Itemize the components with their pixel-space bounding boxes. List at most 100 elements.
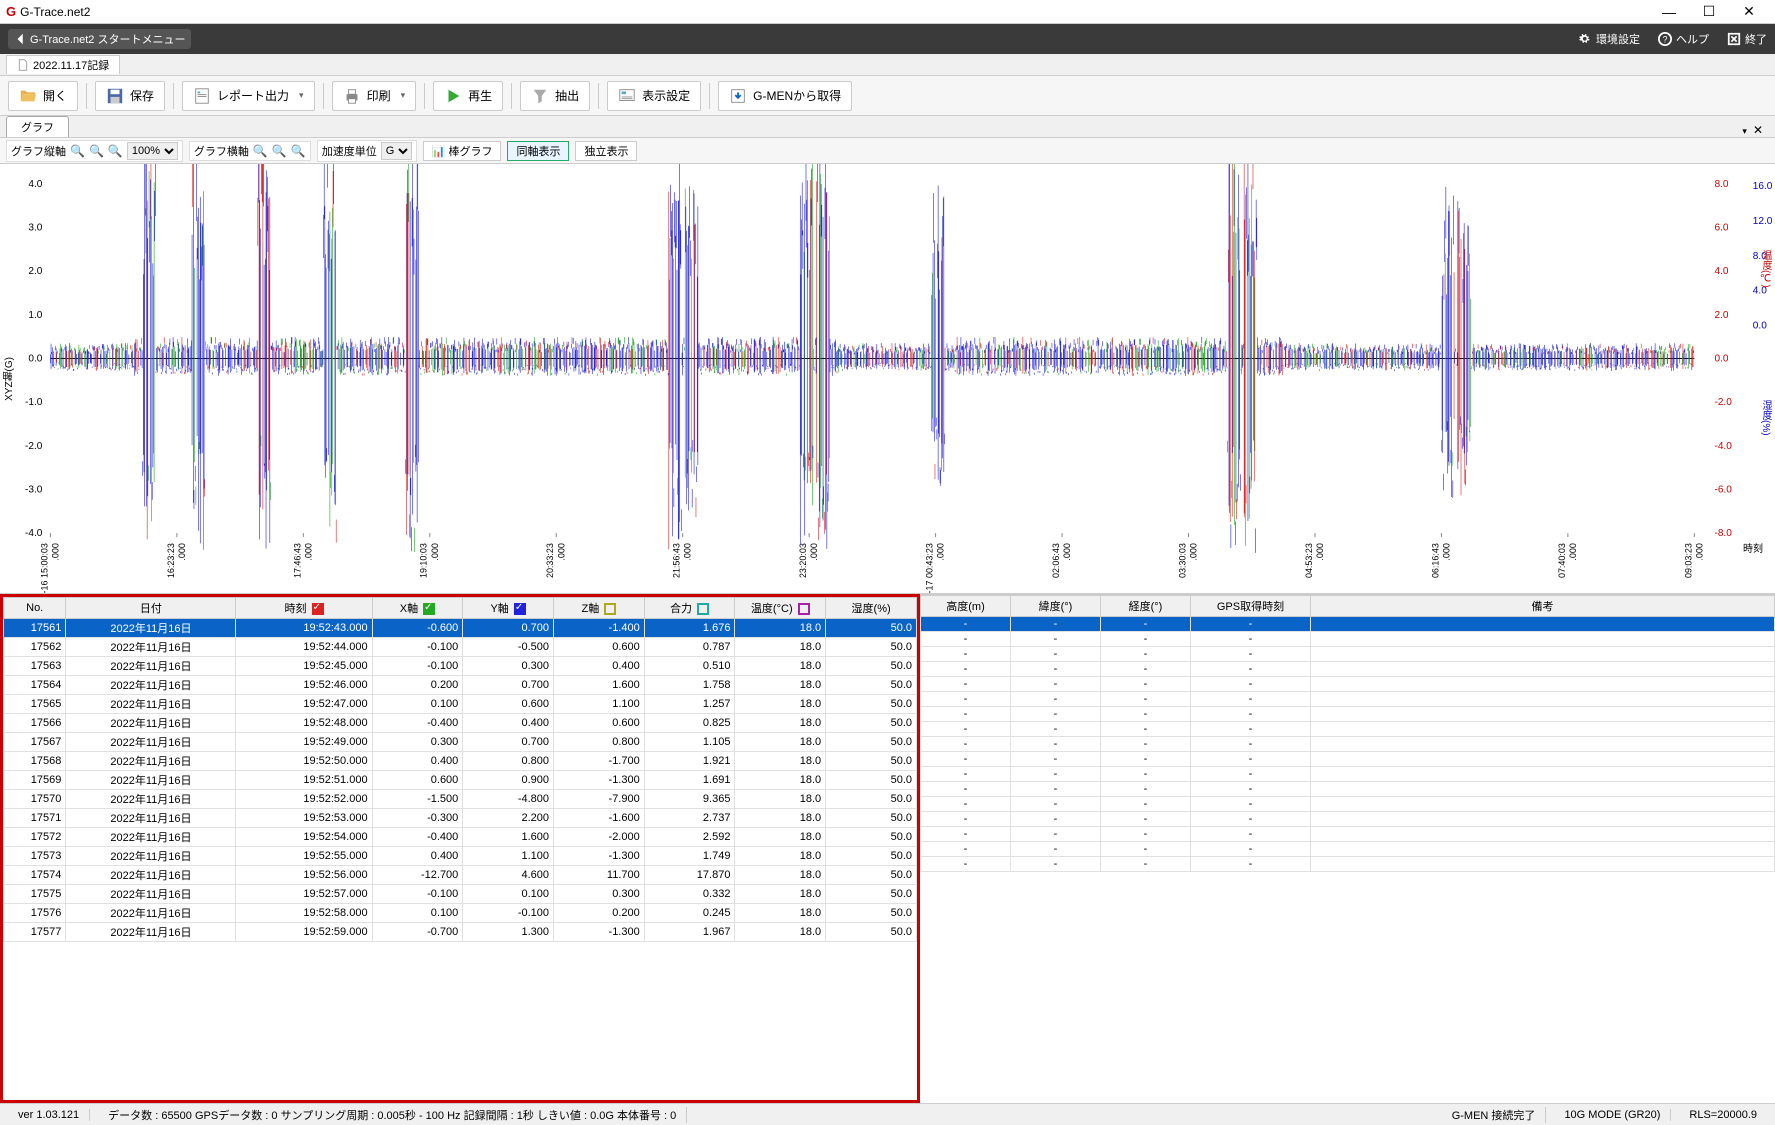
same-axis-button[interactable]: 同軸表示 [507, 141, 569, 161]
table-row[interactable]: 175642022年11月16日19:52:46.0000.2000.7001.… [4, 676, 917, 695]
table-row[interactable]: 175772022年11月16日19:52:59.000-0.7001.300-… [4, 923, 917, 942]
table-row[interactable]: 175742022年11月16日19:52:56.000-12.7004.600… [4, 866, 917, 885]
svg-text:.000: .000 [1568, 543, 1578, 560]
play-button[interactable]: 再生 [433, 81, 503, 111]
col-time[interactable]: 時刻 [236, 598, 372, 619]
col-humid[interactable]: 湿度(%) [826, 598, 917, 619]
display-settings-button[interactable]: 表示設定 [607, 81, 701, 111]
table-row[interactable]: ---- [921, 737, 1775, 752]
z-checkbox[interactable] [514, 603, 526, 615]
col-lat[interactable]: 緯度(°) [1011, 596, 1101, 617]
svg-text:-2.0: -2.0 [25, 441, 43, 452]
data-table-left[interactable]: No. 日付 時刻 X軸 Y軸 Z軸 合力 温度(°C) 湿度(%) 17561… [0, 594, 920, 1103]
svg-text:?: ? [1663, 35, 1668, 45]
svg-text:.000: .000 [1062, 543, 1072, 560]
print-button[interactable]: 印刷▾ [332, 81, 417, 111]
table-row[interactable]: ---- [921, 662, 1775, 677]
main-toolbar: 開く 保存 レポート出力▾ 印刷▾ 再生 抽出 表示設定 G-MENから取得 [0, 76, 1775, 116]
table-row[interactable]: 175752022年11月16日19:52:57.000-0.1000.1000… [4, 885, 917, 904]
title-bar: G G-Trace.net2 — ☐ ✕ [0, 0, 1775, 24]
back-to-start-button[interactable]: G-Trace.net2 スタートメニュー [8, 29, 191, 49]
maximize-button[interactable]: ☐ [1689, 3, 1729, 20]
zoom-in-v-icon[interactable]: 🔍 [70, 144, 85, 158]
table-row[interactable]: 175622022年11月16日19:52:44.000-0.100-0.500… [4, 638, 917, 657]
zoom-reset-h-icon[interactable]: 🔍 [291, 144, 306, 158]
table-row[interactable]: 175682022年11月16日19:52:50.0000.4000.800-1… [4, 752, 917, 771]
gmen-import-button[interactable]: G-MENから取得 [718, 81, 852, 111]
save-button[interactable]: 保存 [95, 81, 165, 111]
table-row[interactable]: ---- [921, 857, 1775, 872]
table-row[interactable]: 175722022年11月16日19:52:54.000-0.4001.600-… [4, 828, 917, 847]
table-row[interactable]: ---- [921, 632, 1775, 647]
table-row[interactable]: 175632022年11月16日19:52:45.000-0.1000.3000… [4, 657, 917, 676]
settings-menu[interactable]: 環境設定 [1578, 31, 1640, 47]
report-button[interactable]: レポート出力▾ [182, 81, 315, 111]
table-row[interactable]: ---- [921, 677, 1775, 692]
svg-text:17:46:43: 17:46:43 [292, 543, 302, 578]
col-temp[interactable]: 温度(°C) [735, 598, 826, 619]
svg-text:16.0: 16.0 [1753, 181, 1773, 192]
tab-close-button[interactable]: ▾✕ [1736, 123, 1769, 137]
col-z[interactable]: Z軸 [554, 598, 645, 619]
open-button[interactable]: 開く [8, 81, 78, 111]
table-row[interactable]: 175612022年11月16日19:52:43.000-0.6000.700-… [4, 619, 917, 638]
col-note[interactable]: 備考 [1311, 596, 1775, 617]
separate-axis-button[interactable]: 独立表示 [575, 141, 637, 161]
document-tab[interactable]: 2022.11.17記録 [6, 55, 120, 74]
close-button[interactable]: ✕ [1729, 3, 1769, 20]
col-no[interactable]: No. [4, 598, 66, 619]
col-date[interactable]: 日付 [66, 598, 236, 619]
table-row[interactable]: ---- [921, 692, 1775, 707]
table-row[interactable]: ---- [921, 647, 1775, 662]
table-row[interactable]: 175702022年11月16日19:52:52.000-1.500-4.800… [4, 790, 917, 809]
svg-text:16:23:23: 16:23:23 [166, 543, 176, 578]
bar-graph-button[interactable]: 📊 棒グラフ [423, 141, 502, 161]
table-row[interactable]: 175652022年11月16日19:52:47.0000.1000.6001.… [4, 695, 917, 714]
zoom-reset-v-icon[interactable]: 🔍 [108, 144, 123, 158]
col-x[interactable]: X軸 [372, 598, 463, 619]
col-alt[interactable]: 高度(m) [921, 596, 1011, 617]
table-row[interactable]: 175692022年11月16日19:52:51.0000.6000.900-1… [4, 771, 917, 790]
table-row[interactable]: 175732022年11月16日19:52:55.0000.4001.100-1… [4, 847, 917, 866]
humid-checkbox[interactable] [798, 603, 810, 615]
zoom-in-h-icon[interactable]: 🔍 [253, 144, 268, 158]
y-checkbox[interactable] [423, 603, 435, 615]
table-row[interactable]: 175762022年11月16日19:52:58.0000.100-0.1000… [4, 904, 917, 923]
col-lon[interactable]: 経度(°) [1101, 596, 1191, 617]
unit-select[interactable]: G [381, 142, 412, 160]
table-row[interactable]: ---- [921, 767, 1775, 782]
temp-checkbox[interactable] [697, 603, 709, 615]
extract-button[interactable]: 抽出 [520, 81, 590, 111]
table-row[interactable]: ---- [921, 797, 1775, 812]
zoom-select[interactable]: 100% [127, 142, 178, 160]
x-checkbox[interactable] [312, 603, 324, 615]
minimize-button[interactable]: — [1649, 4, 1689, 20]
data-table-right[interactable]: 高度(m) 緯度(°) 経度(°) GPS取得時刻 備考 -----------… [920, 594, 1775, 1103]
table-row[interactable]: ---- [921, 782, 1775, 797]
table-row[interactable]: ---- [921, 707, 1775, 722]
zoom-out-v-icon[interactable]: 🔍 [89, 144, 104, 158]
svg-text:20:33:23: 20:33:23 [545, 543, 555, 578]
tab-graph[interactable]: グラフ [6, 116, 69, 137]
res-checkbox[interactable] [604, 603, 616, 615]
svg-text:-2.0: -2.0 [1714, 397, 1732, 408]
col-gpstime[interactable]: GPS取得時刻 [1191, 596, 1311, 617]
table-row[interactable]: 175712022年11月16日19:52:53.000-0.3002.200-… [4, 809, 917, 828]
col-res[interactable]: 合力 [644, 598, 735, 619]
table-row[interactable]: ---- [921, 752, 1775, 767]
table-row[interactable]: ---- [921, 827, 1775, 842]
help-menu[interactable]: ? ヘルプ [1658, 31, 1709, 47]
svg-text:.000: .000 [1694, 543, 1704, 560]
table-row[interactable]: ---- [921, 722, 1775, 737]
table-row[interactable]: ---- [921, 617, 1775, 632]
table-row[interactable]: ---- [921, 812, 1775, 827]
table-row[interactable]: ---- [921, 842, 1775, 857]
exit-menu[interactable]: 終了 [1727, 31, 1767, 47]
chart-area[interactable]: XYZ軸(G) 温度(℃) 湿度(%) 時刻 -4.0-3.0-2.0-1.00… [0, 164, 1775, 594]
table-row[interactable]: 175662022年11月16日19:52:48.000-0.4000.4000… [4, 714, 917, 733]
zoom-out-h-icon[interactable]: 🔍 [272, 144, 287, 158]
table-row[interactable]: 175672022年11月16日19:52:49.0000.3000.7000.… [4, 733, 917, 752]
svg-text:.000: .000 [809, 543, 819, 560]
col-y[interactable]: Y軸 [463, 598, 554, 619]
svg-text:2.0: 2.0 [1714, 310, 1728, 321]
